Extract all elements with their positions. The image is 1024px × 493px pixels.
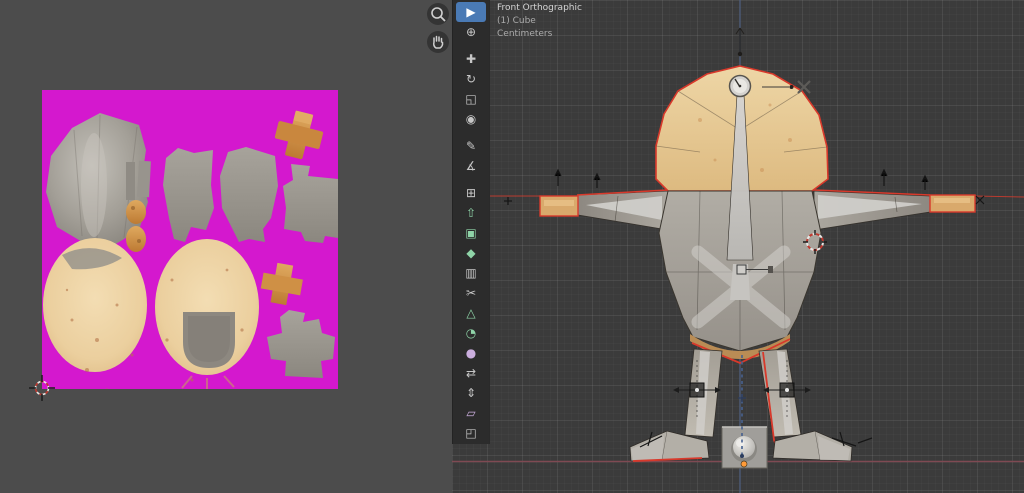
left-hand-shade [544,200,574,206]
scale-icon[interactable]: ◱ [456,89,486,109]
island-gray-a[interactable] [163,148,214,242]
move-icon[interactable]: ✚ [456,49,486,69]
inset-faces-icon[interactable]: ▣ [456,223,486,243]
island-cross-large[interactable] [271,107,327,163]
view-name-label: Front Orthographic [497,2,582,15]
edit-toolbar: ▶⊕ ✚↻◱◉ ✎∡ ⊞⇧▣◆▥✂△◔●⇄⇕▱◰ [452,0,490,444]
island-strip-b[interactable] [137,161,151,198]
scene-svg [452,0,1024,493]
shrink-fatten-icon[interactable]: ⇕ [456,383,486,403]
smooth-icon[interactable]: ● [456,343,486,363]
island-gray-bottom-right[interactable] [267,310,335,378]
annotate-icon[interactable]: ✎ [456,136,486,156]
spin-icon[interactable]: ◔ [456,323,486,343]
knife-icon[interactable]: ✂ [456,283,486,303]
texture-atlas [42,90,338,389]
island-cross-small[interactable] [259,261,305,307]
right-hand-shade [934,198,970,203]
island-head-oval-right[interactable] [155,239,259,389]
rotate-icon[interactable]: ↻ [456,69,486,89]
blender-window: ▶⊕ ✚↻◱◉ ✎∡ ⊞⇧▣◆▥✂△◔●⇄⇕▱◰ [0,0,1024,493]
edge-slide-icon[interactable]: ⇄ [456,363,486,383]
loop-cut-icon[interactable]: ▥ [456,263,486,283]
island-head-oval-left[interactable] [43,238,147,389]
head-bone [736,28,744,56]
right-hand[interactable] [930,195,975,212]
add-cube-icon[interactable]: ⊞ [456,183,486,203]
cursor-icon[interactable]: ⊕ [456,22,486,42]
units-label: Centimeters [497,28,582,41]
select-box-icon[interactable]: ▶ [456,2,486,22]
measure-icon[interactable]: ∡ [456,156,486,176]
uv-2d-cursor[interactable] [29,375,55,401]
viewport-overlay-text: Front Orthographic (1) Cube Centimeters [497,2,582,41]
floor-cube[interactable] [722,427,767,468]
viewport-3d[interactable]: Front Orthographic (1) Cube Centimeters [452,0,1024,493]
pan-hand-icon[interactable] [427,31,449,53]
zoom-icon[interactable] [427,3,449,25]
island-strip-a[interactable] [126,162,135,200]
poly-build-icon[interactable]: △ [456,303,486,323]
rip-region-icon[interactable]: ◰ [456,423,486,443]
object-origin-dot [741,461,747,467]
island-gray-b[interactable] [220,147,278,242]
bevel-icon[interactable]: ◆ [456,243,486,263]
active-object-label: (1) Cube [497,15,582,28]
uv-texture-image [42,90,338,389]
left-edge-widget [504,197,512,205]
extrude-region-icon[interactable]: ⇧ [456,203,486,223]
transform-icon[interactable]: ◉ [456,109,486,129]
character-model[interactable] [540,66,984,461]
head-gauge [730,76,751,97]
uv-image-editor[interactable] [0,0,452,493]
shear-icon[interactable]: ▱ [456,403,486,423]
island-gray-c[interactable] [283,164,338,243]
